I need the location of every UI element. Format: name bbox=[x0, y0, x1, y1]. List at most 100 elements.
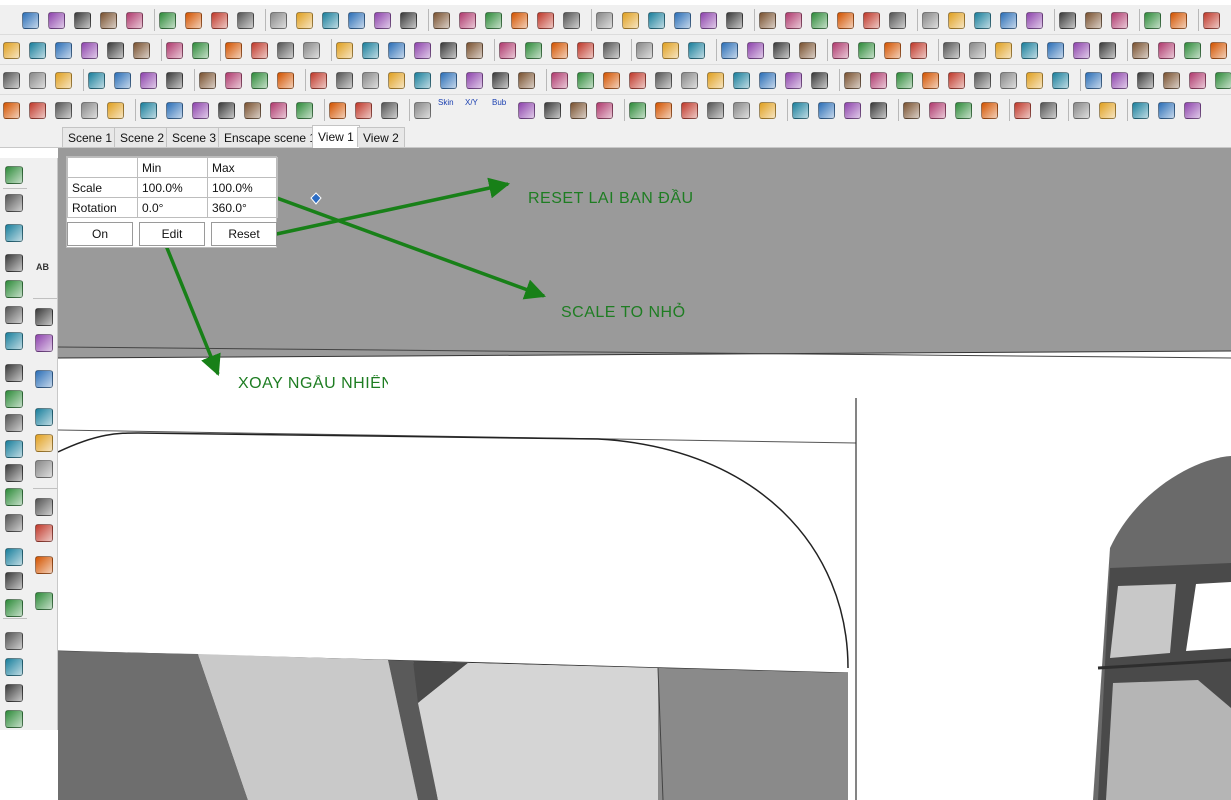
toolbar-tool-icon[interactable] bbox=[733, 102, 750, 119]
toolbar-tool-icon[interactable] bbox=[773, 42, 790, 59]
toolbar-tool-icon[interactable] bbox=[81, 102, 98, 119]
left-toolbar-tool-icon[interactable] bbox=[5, 166, 23, 184]
left-toolbar-tool-icon[interactable] bbox=[35, 524, 53, 542]
3d-viewport[interactable]: Min Max Scale 100.0% 100.0% Rotation 0.0… bbox=[58, 148, 1231, 800]
toolbar-tool-icon[interactable] bbox=[1189, 72, 1206, 89]
toolbar-tool-icon[interactable] bbox=[218, 102, 235, 119]
toolbar-tool-icon[interactable] bbox=[1132, 42, 1149, 59]
toolbar-tool-icon[interactable] bbox=[1184, 102, 1201, 119]
toolbar-tool-icon[interactable] bbox=[22, 12, 39, 29]
toolbar-tool-icon[interactable] bbox=[726, 12, 743, 29]
toolbar-tool-icon[interactable] bbox=[884, 42, 901, 59]
toolbar-tool-icon[interactable] bbox=[700, 12, 717, 29]
toolbar-tool-icon[interactable] bbox=[1085, 12, 1102, 29]
left-toolbar-tool-icon[interactable] bbox=[5, 548, 23, 566]
toolbar-tool-icon[interactable] bbox=[1099, 102, 1116, 119]
toolbar-tool-icon[interactable] bbox=[955, 102, 972, 119]
toolbar-tool-icon[interactable] bbox=[466, 72, 483, 89]
toolbar-tool-icon[interactable] bbox=[414, 72, 431, 89]
left-toolbar-tool-icon[interactable] bbox=[35, 556, 53, 574]
toolbar-tool-icon[interactable] bbox=[270, 102, 287, 119]
toolbar-tool-icon[interactable] bbox=[244, 102, 261, 119]
xyz-tool-icon[interactable]: X/Y bbox=[465, 98, 478, 107]
toolbar-tool-icon[interactable] bbox=[1000, 72, 1017, 89]
toolbar-tool-icon[interactable] bbox=[903, 102, 920, 119]
toolbar-tool-icon[interactable] bbox=[81, 42, 98, 59]
toolbar-tool-icon[interactable] bbox=[759, 72, 776, 89]
toolbar-tool-icon[interactable] bbox=[707, 102, 724, 119]
toolbar-tool-icon[interactable] bbox=[159, 12, 176, 29]
left-toolbar-tool-icon[interactable] bbox=[5, 599, 23, 617]
toolbar-tool-icon[interactable] bbox=[499, 42, 516, 59]
reset-button[interactable]: Reset bbox=[211, 222, 277, 246]
left-toolbar-tool-icon[interactable] bbox=[5, 254, 23, 272]
toolbar-tool-icon[interactable] bbox=[166, 72, 183, 89]
toolbar-tool-icon[interactable] bbox=[1144, 12, 1161, 29]
toolbar-tool-icon[interactable] bbox=[270, 12, 287, 29]
toolbar-tool-icon[interactable] bbox=[1099, 42, 1116, 59]
toolbar-tool-icon[interactable] bbox=[440, 72, 457, 89]
toolbar-tool-icon[interactable] bbox=[211, 12, 228, 29]
toolbar-tool-icon[interactable] bbox=[459, 12, 476, 29]
left-toolbar-tool-icon[interactable] bbox=[5, 514, 23, 532]
toolbar-tool-icon[interactable] bbox=[310, 72, 327, 89]
toolbar-tool-icon[interactable] bbox=[492, 72, 509, 89]
rotation-max-field[interactable]: 360.0° bbox=[207, 197, 278, 218]
toolbar-tool-icon[interactable] bbox=[629, 72, 646, 89]
toolbar-tool-icon[interactable] bbox=[55, 72, 72, 89]
toolbar-tool-icon[interactable] bbox=[1047, 42, 1064, 59]
text-tool-icon[interactable]: AB bbox=[36, 262, 49, 272]
left-toolbar-tool-icon[interactable] bbox=[5, 684, 23, 702]
toolbar-tool-icon[interactable] bbox=[466, 42, 483, 59]
toolbar-tool-icon[interactable] bbox=[858, 42, 875, 59]
toolbar-tool-icon[interactable] bbox=[192, 42, 209, 59]
toolbar-tool-icon[interactable] bbox=[1203, 12, 1220, 29]
toolbar-tool-icon[interactable] bbox=[674, 12, 691, 29]
toolbar-tool-icon[interactable] bbox=[225, 42, 242, 59]
left-toolbar-tool-icon[interactable] bbox=[5, 332, 23, 350]
scene-tab[interactable]: Scene 2 bbox=[114, 127, 171, 147]
toolbar-tool-icon[interactable] bbox=[596, 12, 613, 29]
toolbar-tool-icon[interactable] bbox=[199, 72, 216, 89]
toolbar-tool-icon[interactable] bbox=[681, 72, 698, 89]
toolbar-tool-icon[interactable] bbox=[995, 42, 1012, 59]
toolbar-tool-icon[interactable] bbox=[811, 72, 828, 89]
toolbar-tool-icon[interactable] bbox=[733, 72, 750, 89]
scene-tab[interactable]: View 1 bbox=[312, 125, 360, 148]
toolbar-tool-icon[interactable] bbox=[863, 12, 880, 29]
toolbar-tool-icon[interactable] bbox=[603, 72, 620, 89]
left-toolbar-tool-icon[interactable] bbox=[5, 280, 23, 298]
toolbar-tool-icon[interactable] bbox=[55, 102, 72, 119]
toolbar-tool-icon[interactable] bbox=[100, 12, 117, 29]
rotation-min-field[interactable]: 0.0° bbox=[137, 197, 208, 218]
toolbar-tool-icon[interactable] bbox=[811, 12, 828, 29]
left-toolbar-tool-icon[interactable] bbox=[5, 364, 23, 382]
toolbar-tool-icon[interactable] bbox=[799, 42, 816, 59]
left-toolbar-tool-icon[interactable] bbox=[5, 572, 23, 590]
toolbar-tool-icon[interactable] bbox=[166, 42, 183, 59]
toolbar-tool-icon[interactable] bbox=[3, 102, 20, 119]
toolbar-tool-icon[interactable] bbox=[433, 12, 450, 29]
toolbar-tool-icon[interactable] bbox=[355, 102, 372, 119]
toolbar-tool-icon[interactable] bbox=[969, 42, 986, 59]
left-toolbar-tool-icon[interactable] bbox=[5, 464, 23, 482]
toolbar-tool-icon[interactable] bbox=[1158, 42, 1175, 59]
toolbar-tool-icon[interactable] bbox=[3, 72, 20, 89]
toolbar-tool-icon[interactable] bbox=[1040, 102, 1057, 119]
toolbar-tool-icon[interactable] bbox=[251, 42, 268, 59]
scene-tab[interactable]: Scene 3 bbox=[166, 127, 223, 147]
toolbar-tool-icon[interactable] bbox=[1210, 42, 1227, 59]
toolbar-tool-icon[interactable] bbox=[126, 12, 143, 29]
toolbar-tool-icon[interactable] bbox=[192, 102, 209, 119]
toolbar-tool-icon[interactable] bbox=[374, 12, 391, 29]
toolbar-tool-icon[interactable] bbox=[55, 42, 72, 59]
left-toolbar-tool-icon[interactable] bbox=[35, 434, 53, 452]
scale-min-field[interactable]: 100.0% bbox=[137, 177, 208, 198]
scale-max-field[interactable]: 100.0% bbox=[207, 177, 278, 198]
toolbar-tool-icon[interactable] bbox=[1000, 12, 1017, 29]
toolbar-tool-icon[interactable] bbox=[747, 42, 764, 59]
toolbar-tool-icon[interactable] bbox=[1158, 102, 1175, 119]
scene-tab[interactable]: View 2 bbox=[357, 127, 405, 147]
toolbar-tool-icon[interactable] bbox=[922, 12, 939, 29]
left-toolbar-tool-icon[interactable] bbox=[5, 224, 23, 242]
